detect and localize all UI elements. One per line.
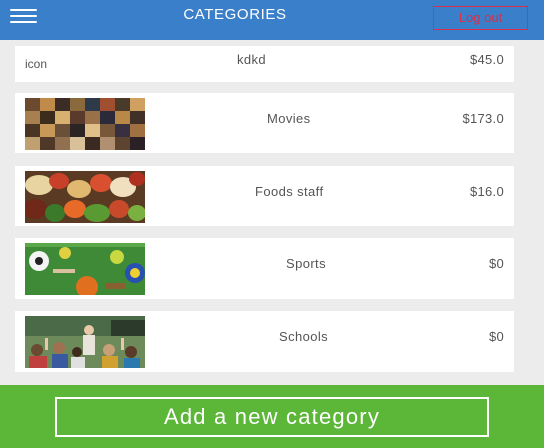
category-name: Foods staff [255,184,324,199]
add-category-button[interactable]: Add a new category [55,397,489,437]
footer-bar: Add a new category [0,385,544,448]
category-item-schools[interactable]: Schools $0 [15,311,514,372]
category-name: Sports [286,256,326,271]
sports-thumbnail-image [25,243,145,295]
page-title: CATEGORIES [183,6,287,23]
category-item-movies[interactable]: Movies $173.0 [15,93,514,153]
category-list: icon kdkd $45.0 Movies $173.0 Foods staf… [0,40,544,385]
category-item-sports[interactable]: Sports $0 [15,238,514,299]
movies-thumbnail-image [25,98,145,150]
category-price: $16.0 [469,184,504,199]
category-price: $173.0 [462,111,504,126]
category-price: $0 [488,329,504,344]
logout-button[interactable]: Log out [433,6,528,30]
category-price: $45.0 [469,52,504,67]
category-image-placeholder: icon [25,57,48,71]
top-bar: CATEGORIES Log out [0,0,544,40]
category-name: Schools [279,329,329,344]
category-item-foods-staff[interactable]: Foods staff $16.0 [15,166,514,226]
category-name: kdkd [237,52,267,67]
app-root: CATEGORIES Log out icon kdkd $45.0 Movie… [0,0,544,448]
category-item-kdkd[interactable]: icon kdkd $45.0 [15,46,514,82]
schools-thumbnail-image [25,316,145,368]
category-name: Movies [267,111,311,126]
category-price: $0 [488,256,504,271]
foods-thumbnail-image [25,171,145,223]
